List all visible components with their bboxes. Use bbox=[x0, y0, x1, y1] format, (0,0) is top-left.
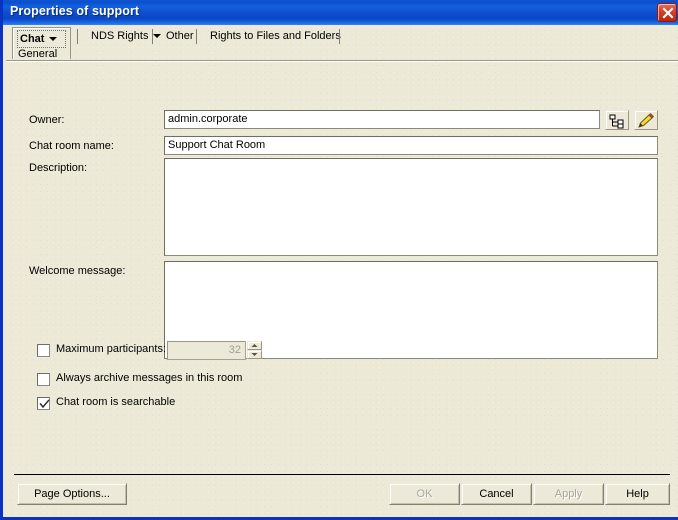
description-textarea[interactable] bbox=[164, 158, 658, 256]
spinner-down-icon[interactable] bbox=[247, 350, 262, 359]
welcome-message-label: Welcome message: bbox=[29, 265, 126, 277]
always-archive-checkbox[interactable] bbox=[37, 373, 50, 386]
object-selector-glyph bbox=[609, 114, 624, 129]
tab-chat-label-row: Chat bbox=[17, 30, 66, 48]
always-archive-label: Always archive messages in this room bbox=[56, 372, 243, 384]
ok-button: OK bbox=[389, 483, 460, 505]
chat-room-name-input[interactable]: Support Chat Room bbox=[164, 136, 658, 155]
dialog-client-area: Chat General NDS Rights Other Rights to … bbox=[6, 25, 678, 517]
tab-separator-3 bbox=[196, 29, 197, 44]
max-participants-input[interactable]: 32 bbox=[167, 341, 246, 360]
title-bar[interactable]: Properties of support bbox=[3, 0, 678, 25]
tab-separator-1 bbox=[77, 29, 78, 44]
spinner-up-icon[interactable] bbox=[247, 341, 262, 350]
spinner-down-glyph bbox=[251, 353, 258, 356]
window-title: Properties of support bbox=[10, 4, 140, 18]
tab-rights-to-files-and-folders[interactable]: Rights to Files and Folders bbox=[201, 27, 350, 45]
spinner-up-glyph bbox=[251, 344, 258, 347]
apply-button: Apply bbox=[533, 483, 604, 505]
close-icon[interactable] bbox=[657, 3, 677, 22]
description-label: Description: bbox=[29, 162, 88, 174]
tab-other-label: Other bbox=[166, 30, 194, 42]
close-x-glyph bbox=[662, 7, 674, 19]
page-options-button[interactable]: Page Options... bbox=[17, 483, 127, 505]
searchable-checkbox[interactable] bbox=[37, 397, 50, 410]
properties-dialog-window: Properties of support Chat General NDS R… bbox=[0, 0, 678, 520]
object-selector-icon[interactable] bbox=[605, 110, 629, 130]
tab-strip: Chat General NDS Rights Other Rights to … bbox=[6, 25, 678, 61]
owner-label: Owner: bbox=[29, 114, 65, 126]
chevron-down-icon[interactable] bbox=[49, 37, 58, 42]
cancel-button[interactable]: Cancel bbox=[461, 483, 532, 505]
button-bar-divider bbox=[14, 474, 670, 475]
owner-input[interactable]: admin.corporate bbox=[164, 110, 600, 129]
tab-chat[interactable]: Chat General bbox=[12, 27, 71, 60]
tab-chat-label: Chat bbox=[20, 33, 45, 45]
max-participants-label: Maximum participants: bbox=[56, 343, 167, 355]
tab-rights-to-files-and-folders-label: Rights to Files and Folders bbox=[210, 30, 341, 42]
tab-strip-underline-highlight bbox=[6, 61, 678, 62]
pencil-glyph bbox=[638, 113, 655, 128]
max-participants-checkbox[interactable] bbox=[37, 344, 50, 357]
tab-nds-rights-label: NDS Rights bbox=[91, 30, 149, 42]
checkmark-icon bbox=[39, 399, 50, 409]
tab-separator-2 bbox=[152, 29, 153, 44]
help-button[interactable]: Help bbox=[605, 483, 670, 505]
chat-room-name-label: Chat room name: bbox=[29, 140, 114, 152]
searchable-label: Chat room is searchable bbox=[56, 396, 176, 408]
tab-separator-4 bbox=[339, 29, 340, 44]
pencil-icon[interactable] bbox=[634, 110, 658, 130]
